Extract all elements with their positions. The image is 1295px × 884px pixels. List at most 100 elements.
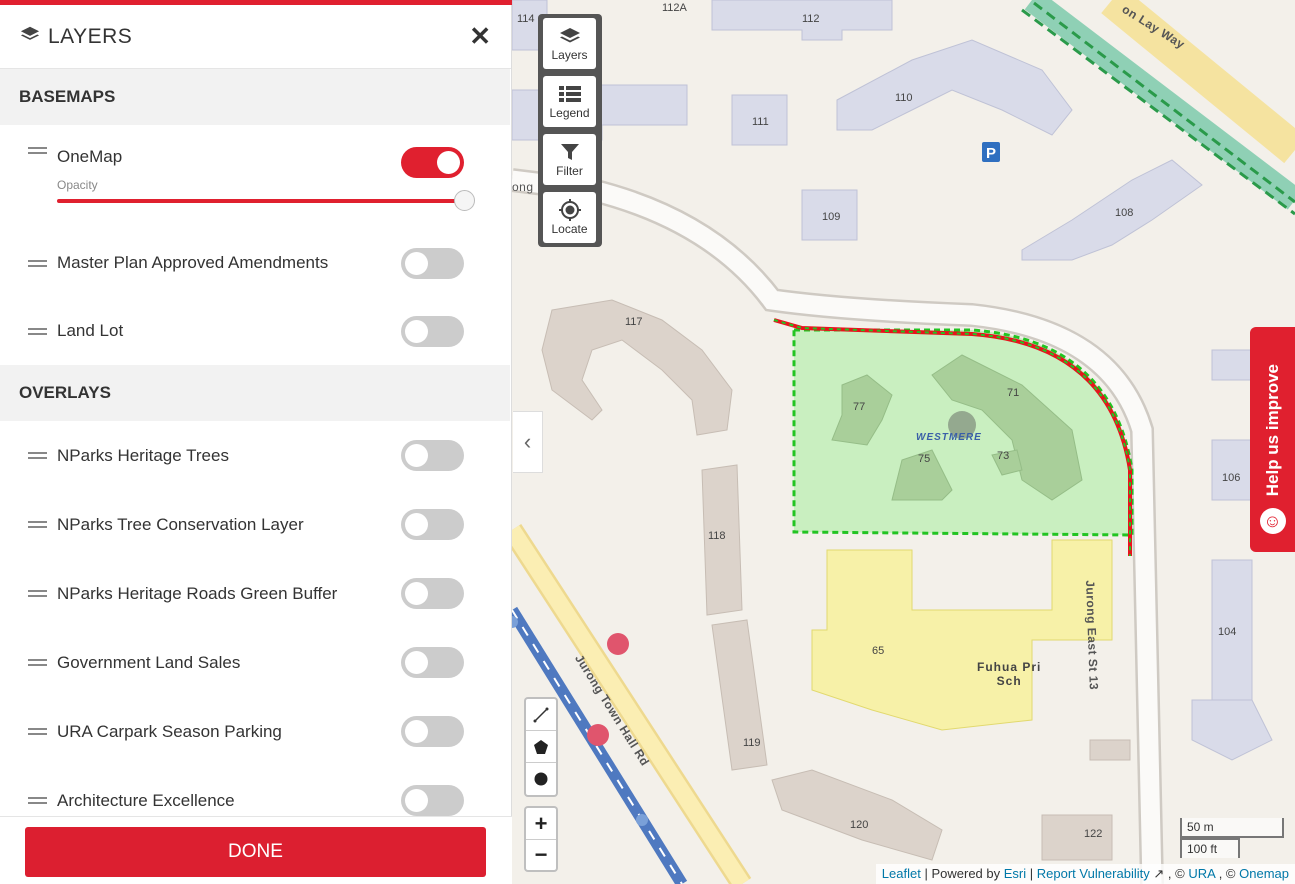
map-label-65: 65	[872, 645, 885, 657]
map-label-118: 118	[708, 530, 726, 542]
svg-text:P: P	[986, 145, 996, 162]
ura-prefix: , ©	[1167, 866, 1185, 881]
map-label-114: 114	[517, 13, 535, 25]
layer-toggle-architecture-excellence[interactable]	[401, 785, 464, 816]
done-button[interactable]: DONE	[25, 827, 486, 877]
leaflet-link[interactable]: Leaflet	[882, 866, 921, 881]
onemap-link[interactable]: Onemap	[1239, 866, 1289, 881]
locate-icon	[558, 198, 581, 221]
map-label-120: 120	[850, 819, 869, 831]
layer-name: NParks Heritage Trees	[57, 445, 229, 465]
layer-toggle-heritage-trees[interactable]	[401, 440, 464, 471]
draw-polygon-button[interactable]	[526, 731, 556, 763]
chevron-left-icon: ‹	[523, 429, 532, 454]
draw-polyline-button[interactable]	[526, 699, 556, 731]
layers-tool-label: Layers	[551, 47, 588, 62]
filter-tool-button[interactable]: Filter	[543, 134, 596, 185]
circle-icon	[534, 772, 548, 786]
map-label-108: 108	[1115, 207, 1134, 219]
drag-handle-icon[interactable]	[28, 521, 47, 528]
layer-row-ura-carpark: URA Carpark Season Parking	[0, 697, 510, 766]
layers-panel: LAYERS ✕ BASEMAPS OneMap Opacity Master …	[0, 0, 512, 884]
layers-list[interactable]: BASEMAPS OneMap Opacity Master Plan Appr…	[0, 69, 510, 816]
polygon-icon	[534, 739, 548, 754]
layer-name: NParks Tree Conservation Layer	[57, 514, 304, 534]
opacity-slider-thumb[interactable]	[454, 190, 475, 211]
layer-row-heritage-roads: NParks Heritage Roads Green Buffer	[0, 559, 510, 628]
opacity-slider-track[interactable]	[57, 199, 465, 203]
layer-name: Architecture Excellence	[57, 790, 235, 810]
layers-icon	[559, 26, 581, 46]
layer-toggle-government-land-sales[interactable]	[401, 647, 464, 678]
collapse-panel-button[interactable]: ‹	[513, 411, 543, 473]
polyline-icon	[533, 707, 549, 722]
drag-handle-icon[interactable]	[28, 259, 47, 267]
drag-handle-icon[interactable]	[28, 797, 47, 804]
scale-bar: 50 m 100 ft	[1180, 818, 1284, 858]
layer-toggle-land-lot[interactable]	[401, 315, 464, 347]
esri-link[interactable]: Esri	[1004, 866, 1026, 881]
app-root: P 112A 112 114 110 111 109 108 117 118 1…	[0, 0, 1295, 884]
onemap-prefix: , ©	[1218, 866, 1236, 881]
map-label-122: 122	[1084, 828, 1103, 840]
overlays-heading: OVERLAYS	[0, 365, 510, 421]
layer-row-land-lot: Land Lot	[0, 297, 510, 365]
map-label-106: 106	[1222, 472, 1241, 484]
map-label-117: 117	[625, 316, 643, 328]
layer-row-heritage-trees: NParks Heritage Trees	[0, 421, 510, 490]
scale-metric: 50 m	[1180, 818, 1284, 838]
panel-header: LAYERS ✕	[0, 5, 511, 69]
drag-handle-icon[interactable]	[28, 590, 47, 597]
filter-icon	[559, 142, 581, 162]
layer-toggle-tree-conservation[interactable]	[401, 509, 464, 540]
scale-imperial: 100 ft	[1180, 838, 1240, 858]
smiley-icon: ☺	[1259, 508, 1286, 534]
map-label-77: 77	[853, 401, 866, 413]
close-panel-button[interactable]: ✕	[469, 21, 491, 52]
map-label-109: 109	[822, 211, 841, 223]
layer-toggle-heritage-roads[interactable]	[401, 578, 464, 609]
map-label-104: 104	[1218, 626, 1237, 638]
layer-row-master-plan: Master Plan Approved Amendments	[0, 229, 510, 297]
locate-tool-label: Locate	[551, 221, 588, 236]
drag-handle-icon[interactable]	[28, 728, 47, 735]
layer-toggle-master-plan[interactable]	[401, 247, 464, 279]
map-label-school: Fuhua Pri Sch	[977, 660, 1042, 688]
map-label-112: 112	[802, 13, 820, 25]
draw-circle-button[interactable]	[526, 763, 556, 795]
ura-link[interactable]: URA	[1188, 866, 1215, 881]
drag-handle-icon[interactable]	[28, 452, 47, 459]
basemaps-heading: BASEMAPS	[0, 69, 510, 125]
map-label-112a: 112A	[662, 2, 687, 14]
attribution-sep: |	[1029, 866, 1037, 881]
help-us-improve-tab[interactable]: Help us improve ☺	[1250, 327, 1295, 552]
map-label-110: 110	[895, 92, 913, 104]
layer-row-onemap: OneMap Opacity	[0, 125, 510, 229]
help-us-improve-label: Help us improve	[1262, 363, 1282, 496]
legend-icon	[558, 84, 581, 104]
layers-icon	[20, 25, 40, 48]
locate-tool-button[interactable]: Locate	[543, 192, 596, 243]
drag-handle-icon[interactable]	[28, 659, 47, 666]
map-label-111: 111	[752, 116, 769, 128]
powered-by-text: Powered by	[931, 866, 1001, 881]
map-label-71: 71	[1007, 387, 1020, 399]
zoom-out-button[interactable]: −	[526, 839, 556, 870]
report-vulnerability-link[interactable]: Report Vulnerability	[1037, 866, 1150, 881]
layers-tool-button[interactable]: Layers	[543, 18, 596, 69]
drag-handle-icon[interactable]	[28, 327, 47, 335]
layer-toggle-onemap[interactable]	[401, 147, 464, 178]
opacity-label: Opacity	[57, 178, 98, 192]
drag-handle-icon[interactable]	[28, 147, 47, 154]
external-link-icon: ↗	[1153, 866, 1165, 881]
zoom-control: + −	[524, 806, 558, 872]
map-label-73: 73	[997, 450, 1010, 462]
layer-name: URA Carpark Season Parking	[57, 721, 282, 741]
filter-tool-label: Filter	[556, 163, 583, 178]
legend-tool-button[interactable]: Legend	[543, 76, 596, 127]
map-label-75: 75	[918, 453, 931, 465]
map-canvas[interactable]: P 112A 112 114 110 111 109 108 117 118 1…	[512, 0, 1295, 884]
zoom-in-button[interactable]: +	[526, 808, 556, 839]
panel-title: LAYERS	[48, 24, 133, 48]
layer-toggle-ura-carpark[interactable]	[401, 716, 464, 747]
